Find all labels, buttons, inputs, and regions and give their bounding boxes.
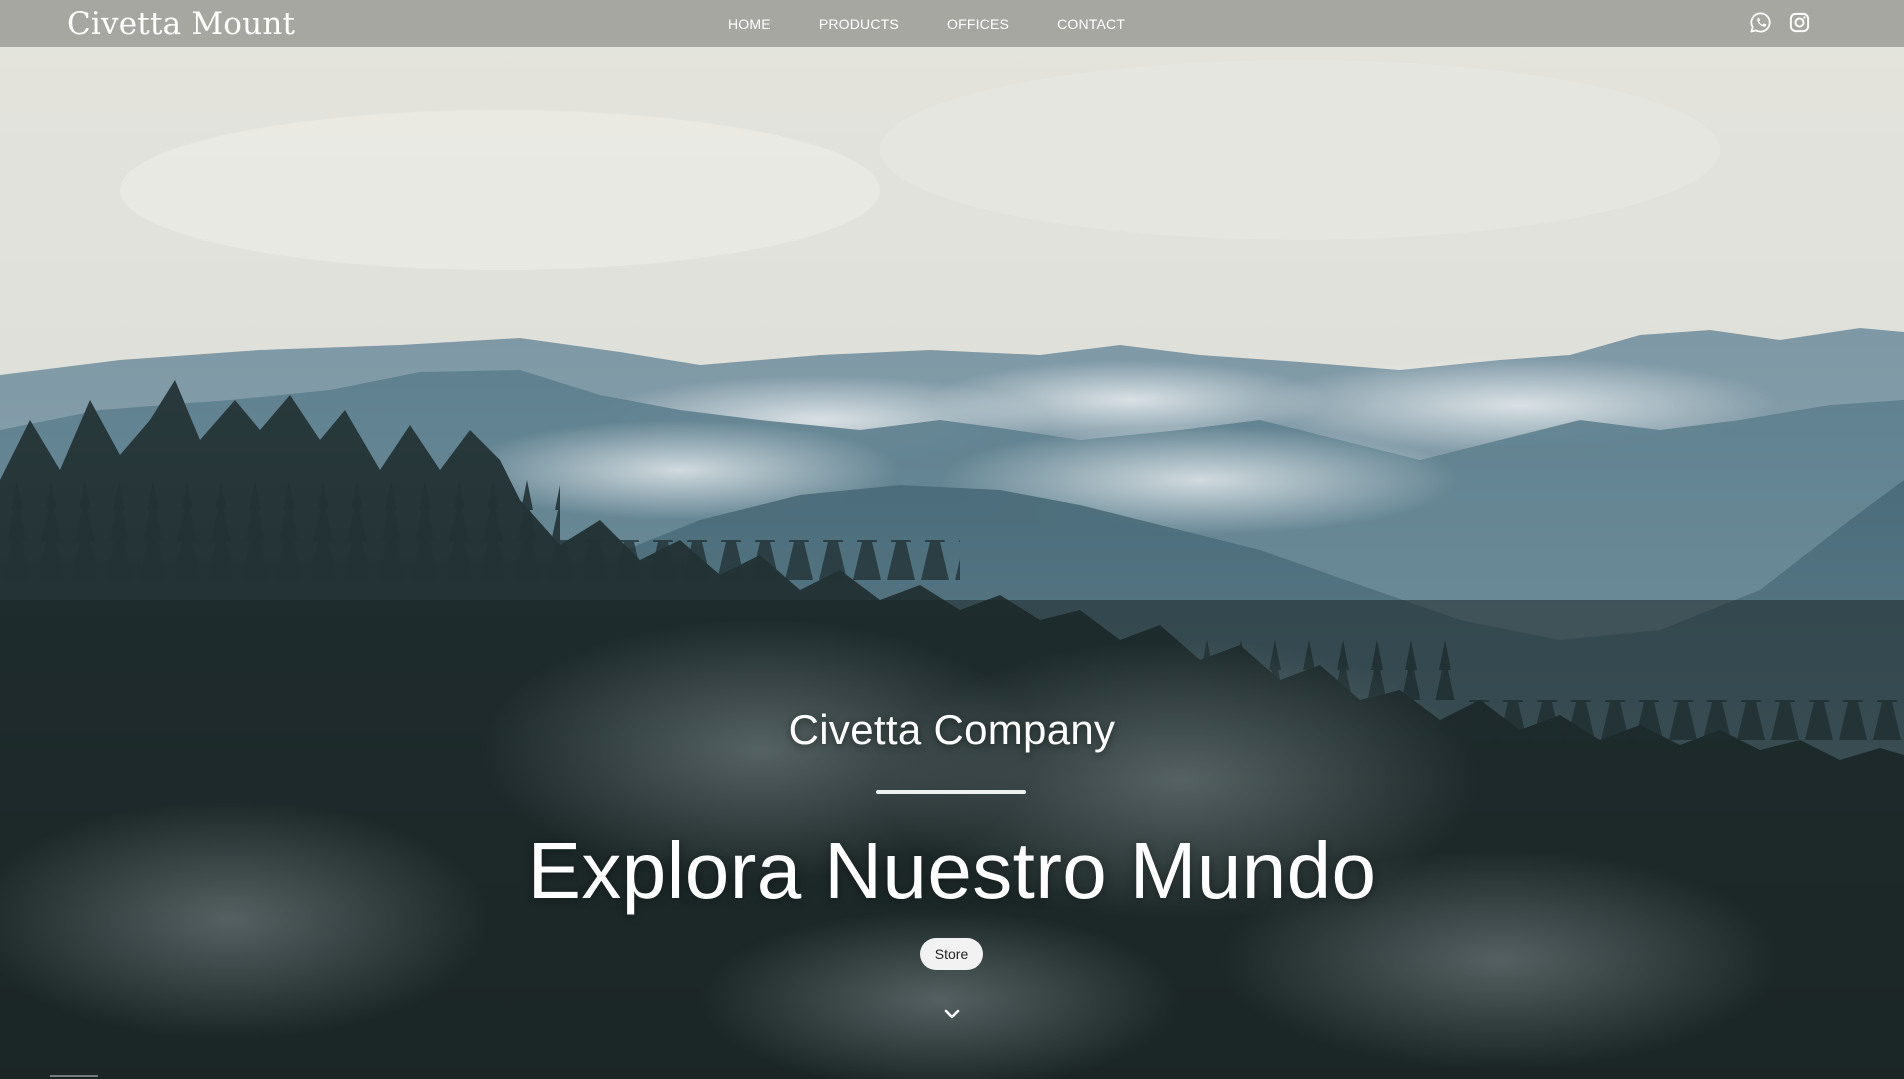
nav-link-products[interactable]: PRODUCTS	[819, 16, 899, 32]
nav-link-offices[interactable]: OFFICES	[947, 16, 1009, 32]
whatsapp-icon[interactable]	[1749, 11, 1772, 34]
hero-section	[0, 0, 1904, 1079]
scrollbar-indicator	[50, 1075, 98, 1077]
social-links	[1749, 11, 1811, 34]
instagram-icon[interactable]	[1788, 11, 1811, 34]
nav-links: HOME PRODUCTS OFFICES CONTACT	[728, 0, 1125, 47]
nav-link-contact[interactable]: CONTACT	[1057, 16, 1125, 32]
chevron-down-icon[interactable]	[942, 1006, 962, 1022]
store-button[interactable]: Store	[920, 938, 983, 970]
nav-link-home[interactable]: HOME	[728, 16, 771, 32]
mountain-background-image	[0, 0, 1904, 1079]
brand-logo[interactable]: Civetta Mount	[67, 2, 295, 46]
top-navbar: Civetta Mount HOME PRODUCTS OFFICES CONT…	[0, 0, 1904, 47]
